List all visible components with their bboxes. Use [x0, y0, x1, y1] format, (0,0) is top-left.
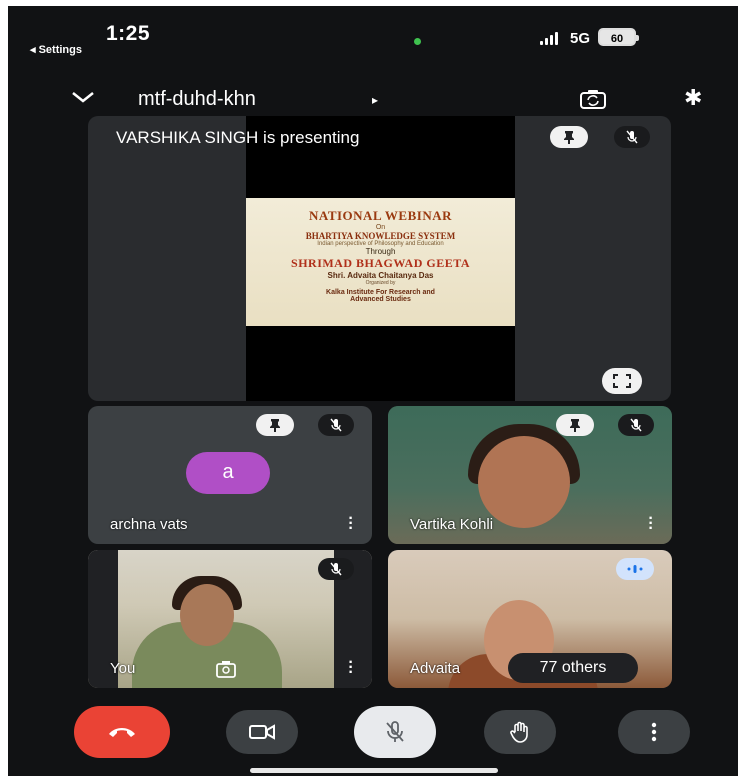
- mic-off-indicator: [318, 414, 354, 436]
- more-vert-icon[interactable]: · · ·: [348, 511, 354, 537]
- fullscreen-icon: [613, 374, 631, 388]
- microphone-button[interactable]: [354, 706, 436, 758]
- slide-organized: Organized by: [365, 280, 396, 286]
- chevron-down-icon[interactable]: [70, 88, 96, 106]
- pin-icon: [270, 419, 280, 432]
- mic-off-indicator: [618, 414, 654, 436]
- video-face: [478, 436, 570, 528]
- switch-camera-icon[interactable]: [579, 88, 607, 110]
- network-type: 5G: [570, 30, 591, 47]
- mic-off-icon: [330, 562, 342, 576]
- mic-off-indicator: [614, 126, 650, 148]
- slide-institute-2: Advanced Studies: [350, 296, 411, 303]
- home-indicator[interactable]: [250, 768, 498, 773]
- mic-off-icon: [386, 721, 404, 742]
- slide-topic: SHRIMAD BHAGWAD GEETA: [291, 256, 470, 270]
- meet-screen: 1:25 ◂ Settings 5G 60 mtf-duhd-khn ▸ ✱ N…: [8, 6, 738, 776]
- meeting-code[interactable]: mtf-duhd-khn: [138, 88, 256, 111]
- slide-institute: Kalka Institute For Research and: [326, 289, 435, 296]
- back-to-settings[interactable]: ◂ Settings: [30, 43, 82, 56]
- bluetooth-icon[interactable]: ✱: [684, 85, 702, 111]
- pin-button[interactable]: [550, 126, 588, 148]
- participant-name: Advaita: [410, 660, 461, 677]
- avatar: a: [186, 452, 270, 494]
- video-face: [180, 584, 234, 646]
- pin-icon: [564, 131, 574, 144]
- slide-on: On: [375, 224, 386, 231]
- hand-icon: [510, 721, 528, 743]
- more-options-button[interactable]: [618, 710, 690, 754]
- presentation-tile[interactable]: NATIONAL WEBINAR On BHARTIYA KNOWLEDGE S…: [88, 116, 671, 401]
- slide-title: NATIONAL WEBINAR: [309, 208, 452, 223]
- status-time: 1:25: [106, 22, 151, 45]
- audio-level-icon: [627, 565, 643, 573]
- raise-hand-button[interactable]: [484, 710, 556, 754]
- camera-in-use-indicator: [414, 38, 421, 45]
- slide-through: Through: [365, 247, 396, 256]
- mic-off-icon: [626, 130, 638, 144]
- mic-off-icon: [630, 418, 642, 432]
- mic-off-icon: [330, 418, 342, 432]
- more-vert-icon[interactable]: · · ·: [348, 655, 354, 681]
- battery-icon: 60: [598, 28, 639, 46]
- others-count-chip[interactable]: 77 others: [508, 653, 638, 683]
- webinar-slide: NATIONAL WEBINAR On BHARTIYA KNOWLEDGE S…: [246, 198, 515, 326]
- participant-name: archna vats: [110, 516, 188, 533]
- more-vert-icon[interactable]: · · ·: [648, 511, 654, 537]
- pin-icon: [570, 419, 580, 432]
- participant-name: You: [110, 660, 136, 677]
- speaking-indicator: [616, 558, 654, 580]
- more-vert-icon: [651, 722, 657, 742]
- phone-hangup-icon: [109, 728, 135, 737]
- fullscreen-button[interactable]: [602, 368, 642, 394]
- participant-tile-self[interactable]: You · · ·: [88, 550, 372, 688]
- signal-icon: [540, 31, 558, 45]
- pin-button[interactable]: [256, 414, 294, 436]
- presenter-label: VARSHIKA SINGH is presenting: [116, 128, 360, 147]
- end-call-button[interactable]: [74, 706, 170, 758]
- slide-subject: BHARTIYA KNOWLEDGE SYSTEM: [305, 231, 456, 241]
- pin-button[interactable]: [556, 414, 594, 436]
- slide-speaker: Shri. Advaita Chaitanya Das: [327, 271, 434, 280]
- meeting-info-arrow-icon[interactable]: ▸: [372, 93, 378, 107]
- switch-camera-icon[interactable]: [216, 660, 236, 678]
- participant-tile-archna[interactable]: a archna vats · · ·: [88, 406, 372, 544]
- video-camera-icon: [249, 724, 275, 740]
- participant-tile-vartika[interactable]: Vartika Kohli · · ·: [388, 406, 672, 544]
- camera-button[interactable]: [226, 710, 298, 754]
- mic-off-indicator: [318, 558, 354, 580]
- participant-name: Vartika Kohli: [410, 516, 494, 533]
